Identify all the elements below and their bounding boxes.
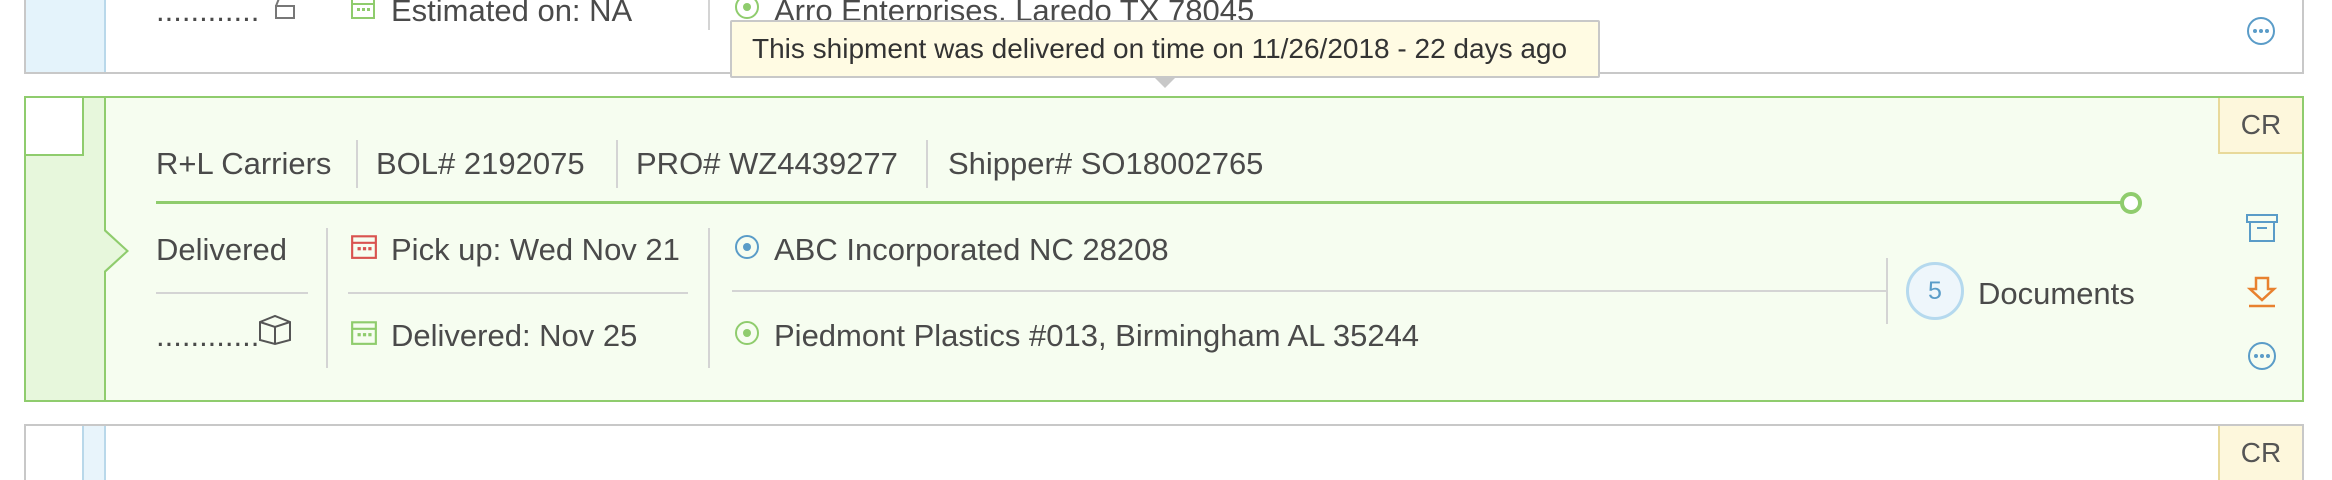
pro-number: PRO# WZ4439277 <box>636 146 898 181</box>
bol-number: BOL# 2192075 <box>376 146 585 181</box>
calendar-icon <box>348 316 380 348</box>
progress-endpoint <box>2120 192 2142 214</box>
origin-address: ABC Incorporated NC 28208 <box>774 232 1169 267</box>
more-icon[interactable] <box>2244 338 2280 374</box>
shipment-card[interactable]: CR R+L Carriers BOL# 2192075 PRO# WZ4439… <box>24 96 2304 402</box>
archive-icon[interactable] <box>2244 210 2280 246</box>
divider <box>326 228 328 368</box>
target-icon <box>732 232 762 262</box>
card-status-strip <box>26 0 106 72</box>
clapper-icon <box>268 0 302 24</box>
estimated-date: Estimated on: NA <box>391 0 633 28</box>
divider <box>926 140 928 188</box>
select-checkbox[interactable] <box>26 426 84 480</box>
pickup-date: Pick up: Wed Nov 21 <box>391 232 680 267</box>
divider <box>356 140 358 188</box>
shipper-number: Shipper# SO18002765 <box>948 146 1264 181</box>
target-icon <box>732 0 762 22</box>
dots-placeholder: ............ <box>156 0 260 28</box>
delivery-tooltip: This shipment was delivered on time on 1… <box>730 20 1600 78</box>
destination-address: Piedmont Plastics #013, Birmingham AL 35… <box>774 318 1420 353</box>
cr-badge[interactable]: CR <box>2218 426 2302 480</box>
calendar-icon <box>348 230 380 262</box>
divider <box>708 0 710 30</box>
divider <box>1886 258 1888 324</box>
documents-count[interactable]: 5 <box>1906 262 1964 320</box>
divider <box>156 292 308 294</box>
dots-placeholder: ............ <box>156 318 260 353</box>
documents-link[interactable]: Documents <box>1978 278 2135 309</box>
cr-badge[interactable]: CR <box>2218 98 2302 154</box>
divider <box>616 140 618 188</box>
tooltip-arrow <box>1155 78 1175 88</box>
shipment-card-next[interactable]: CR <box>24 424 2304 480</box>
shipment-status: Delivered <box>156 232 287 267</box>
divider <box>732 290 1888 292</box>
more-icon[interactable] <box>2244 14 2278 48</box>
calendar-icon <box>348 0 378 22</box>
box-icon <box>254 310 296 348</box>
select-checkbox[interactable] <box>26 98 84 156</box>
divider <box>348 292 688 294</box>
progress-bar <box>156 201 2138 204</box>
download-icon[interactable] <box>2244 274 2280 310</box>
divider <box>708 228 710 368</box>
delivered-date: Delivered: Nov 25 <box>391 318 638 353</box>
target-icon <box>732 318 762 348</box>
carrier-name: R+L Carriers <box>156 146 332 181</box>
card-pointer <box>104 231 126 271</box>
